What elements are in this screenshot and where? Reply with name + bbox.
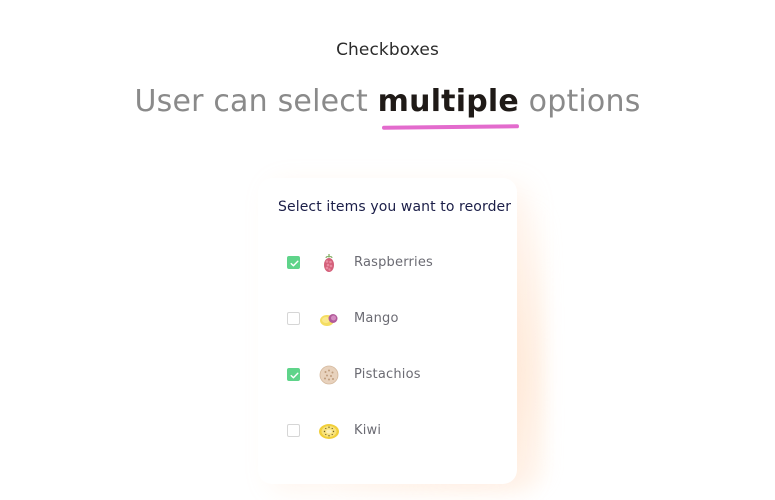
card-title: Select items you want to reorder (278, 199, 512, 215)
pistachio-icon (319, 365, 339, 385)
checkbox-raspberries[interactable] (287, 256, 300, 269)
item-label-kiwi: Kiwi (354, 423, 382, 438)
headline-suffix: options (518, 84, 641, 119)
check-icon (290, 372, 299, 379)
checkbox-item-pistachios[interactable]: Pistachios (280, 360, 500, 390)
headline: User can select multiple options (0, 84, 775, 130)
headline-emphasis-text: multiple (377, 84, 519, 119)
section-title: Checkboxes (336, 40, 439, 60)
raspberry-icon (324, 254, 334, 272)
kiwi-icon (319, 424, 339, 439)
checkbox-item-mango[interactable]: Mango (280, 304, 500, 334)
mango-icon (320, 314, 338, 326)
item-label-raspberries: Raspberries (354, 255, 434, 270)
checkbox-kiwi[interactable] (287, 424, 300, 437)
headline-emphasis: multiple (377, 84, 519, 130)
item-label-pistachios: Pistachios (354, 367, 421, 382)
checkbox-item-kiwi[interactable]: Kiwi (280, 416, 500, 446)
item-label-mango: Mango (354, 311, 399, 326)
checkbox-item-raspberries[interactable]: Raspberries (280, 248, 500, 278)
checkbox-mango[interactable] (287, 312, 300, 325)
check-icon (290, 260, 299, 267)
checkbox-pistachios[interactable] (287, 368, 300, 381)
highlight-underline (381, 124, 519, 130)
headline-prefix: User can select (134, 84, 378, 119)
